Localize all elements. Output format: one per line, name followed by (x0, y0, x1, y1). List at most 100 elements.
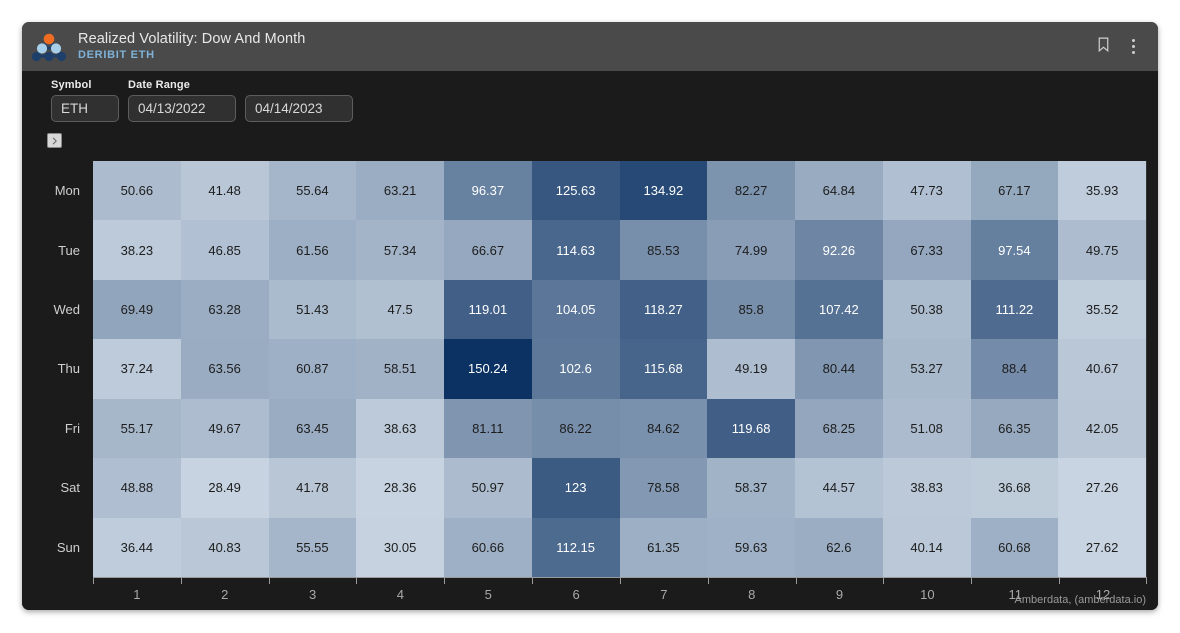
heatmap-cell[interactable]: 67.17 (970, 161, 1059, 221)
symbol-label: Symbol (51, 79, 92, 91)
heatmap-cell[interactable]: 53.27 (882, 339, 971, 399)
heatmap-row: 55.17 49.67 63.45 38.63 81.11 86.22 84.62 119.6… (93, 398, 1146, 459)
heatmap-cell[interactable]: 51.08 (882, 398, 971, 459)
heatmap-cell[interactable]: 46.85 (180, 220, 269, 280)
heatmap-cell[interactable]: 125.63 (531, 161, 620, 221)
heatmap-cell[interactable]: 47.73 (882, 161, 971, 221)
heatmap-cell[interactable]: 55.55 (268, 517, 357, 577)
heatmap-cell[interactable]: 58.51 (356, 339, 444, 399)
heatmap-cell[interactable]: 28.36 (356, 458, 444, 518)
heatmap-cell[interactable]: 42.05 (1058, 398, 1146, 459)
heatmap-cell[interactable]: 119.68 (707, 398, 795, 459)
heatmap-cell[interactable]: 69.49 (93, 279, 181, 340)
heatmap-cell[interactable]: 66.67 (444, 220, 532, 280)
heatmap-cell[interactable]: 114.63 (531, 220, 620, 280)
heatmap-cell[interactable]: 63.21 (356, 161, 444, 221)
heatmap-cell[interactable]: 63.56 (180, 339, 269, 399)
heatmap-cell[interactable]: 58.37 (707, 458, 795, 518)
heatmap-cell[interactable]: 41.78 (268, 458, 357, 518)
heatmap-cell[interactable]: 112.15 (531, 517, 620, 577)
heatmap-cell[interactable]: 55.64 (268, 161, 357, 221)
heatmap-cell[interactable]: 63.28 (180, 279, 269, 340)
heatmap-cell[interactable]: 49.75 (1058, 220, 1146, 280)
bookmark-button[interactable] (1090, 33, 1116, 61)
heatmap-cell[interactable]: 85.53 (619, 220, 708, 280)
heatmap-cell[interactable]: 40.83 (180, 517, 269, 577)
heatmap-cell[interactable]: 36.44 (93, 517, 181, 577)
heatmap-x-tick: 3 (268, 578, 357, 610)
heatmap-cell[interactable]: 107.42 (795, 279, 883, 340)
heatmap-cell[interactable]: 49.19 (707, 339, 795, 399)
heatmap-row-label: Sat (60, 480, 80, 496)
heatmap-cell[interactable]: 62.6 (795, 517, 883, 577)
heatmap-x-ticks: 1 2 3 4 5 6 7 8 9 10 11 12 (93, 577, 1147, 610)
heatmap-cell[interactable]: 36.68 (970, 458, 1059, 518)
heatmap-cell[interactable]: 104.05 (531, 279, 620, 340)
heatmap-cell[interactable]: 96.37 (444, 161, 532, 221)
heatmap-cell[interactable]: 48.88 (93, 458, 181, 518)
heatmap-cell[interactable]: 92.26 (795, 220, 883, 280)
heatmap-cell[interactable]: 64.84 (795, 161, 883, 221)
date-range-start-input[interactable] (128, 95, 236, 122)
heatmap-cell[interactable]: 57.34 (356, 220, 444, 280)
heatmap-cell[interactable]: 61.56 (268, 220, 357, 280)
heatmap-cell[interactable]: 115.68 (619, 339, 708, 399)
heatmap-cell[interactable]: 40.14 (882, 517, 971, 577)
expand-filters-button[interactable] (47, 133, 62, 148)
heatmap-cell[interactable]: 111.22 (970, 279, 1059, 340)
page-title: Realized Volatility: Dow And Month (78, 30, 306, 47)
heatmap-cell[interactable]: 123 (531, 458, 620, 518)
heatmap-cell[interactable]: 38.23 (93, 220, 181, 280)
heatmap-cell[interactable]: 50.97 (444, 458, 532, 518)
heatmap-cell[interactable]: 119.01 (444, 279, 532, 340)
heatmap-cell[interactable]: 80.44 (795, 339, 883, 399)
heatmap-cell[interactable]: 84.62 (619, 398, 708, 459)
heatmap-cell[interactable]: 82.27 (707, 161, 795, 221)
heatmap-cell[interactable]: 88.4 (970, 339, 1059, 399)
heatmap-cell[interactable]: 38.63 (356, 398, 444, 459)
heatmap-cell[interactable]: 55.17 (93, 398, 181, 459)
heatmap-cell[interactable]: 27.62 (1058, 517, 1146, 577)
heatmap-cell[interactable]: 68.25 (795, 398, 883, 459)
heatmap-cell[interactable]: 37.24 (93, 339, 181, 399)
heatmap-cell[interactable]: 74.99 (707, 220, 795, 280)
heatmap-cell[interactable]: 59.63 (707, 517, 795, 577)
heatmap-cell[interactable]: 35.93 (1058, 161, 1146, 221)
heatmap-cell[interactable]: 50.66 (93, 161, 181, 221)
heatmap-cell[interactable]: 28.49 (180, 458, 269, 518)
heatmap-cell[interactable]: 30.05 (356, 517, 444, 577)
heatmap-cell[interactable]: 35.52 (1058, 279, 1146, 340)
heatmap-cell[interactable]: 118.27 (619, 279, 708, 340)
heatmap-cell[interactable]: 60.68 (970, 517, 1059, 577)
heatmap-cell[interactable]: 50.38 (882, 279, 971, 340)
heatmap-cell[interactable]: 134.92 (619, 161, 708, 221)
overflow-menu-button[interactable] (1120, 33, 1146, 61)
heatmap-cell[interactable]: 67.33 (882, 220, 971, 280)
heatmap-cell[interactable]: 150.24 (444, 339, 532, 399)
heatmap-cell[interactable]: 51.43 (268, 279, 357, 340)
heatmap-cell[interactable]: 61.35 (619, 517, 708, 577)
heatmap-cell[interactable]: 60.87 (268, 339, 357, 399)
heatmap-row-label: Fri (64, 420, 80, 436)
symbol-input[interactable] (51, 95, 119, 122)
heatmap-cell[interactable]: 81.11 (444, 398, 532, 459)
page-subtitle: DERIBIT ETH (78, 48, 155, 61)
heatmap-x-tick: 2 (180, 578, 269, 610)
heatmap-cell[interactable]: 38.83 (882, 458, 971, 518)
heatmap-cell[interactable]: 49.67 (180, 398, 269, 459)
heatmap-cell[interactable]: 47.5 (356, 279, 444, 340)
heatmap-cell[interactable]: 85.8 (707, 279, 795, 340)
heatmap-cell[interactable]: 97.54 (970, 220, 1059, 280)
heatmap-chart: Mon Tue Wed Thu Fri Sat Sun 50.66 41.48 55.64 63.… (22, 157, 1158, 610)
heatmap-cell[interactable]: 102.6 (531, 339, 620, 399)
heatmap-cell[interactable]: 63.45 (268, 398, 357, 459)
heatmap-cell[interactable]: 44.57 (795, 458, 883, 518)
date-range-end-input[interactable] (245, 95, 353, 122)
heatmap-cell[interactable]: 27.26 (1058, 458, 1146, 518)
heatmap-cell[interactable]: 60.66 (444, 517, 532, 577)
heatmap-cell[interactable]: 78.58 (619, 458, 708, 518)
heatmap-cell[interactable]: 40.67 (1058, 339, 1146, 399)
heatmap-cell[interactable]: 41.48 (180, 161, 269, 221)
heatmap-cell[interactable]: 66.35 (970, 398, 1059, 459)
heatmap-cell[interactable]: 86.22 (531, 398, 620, 459)
